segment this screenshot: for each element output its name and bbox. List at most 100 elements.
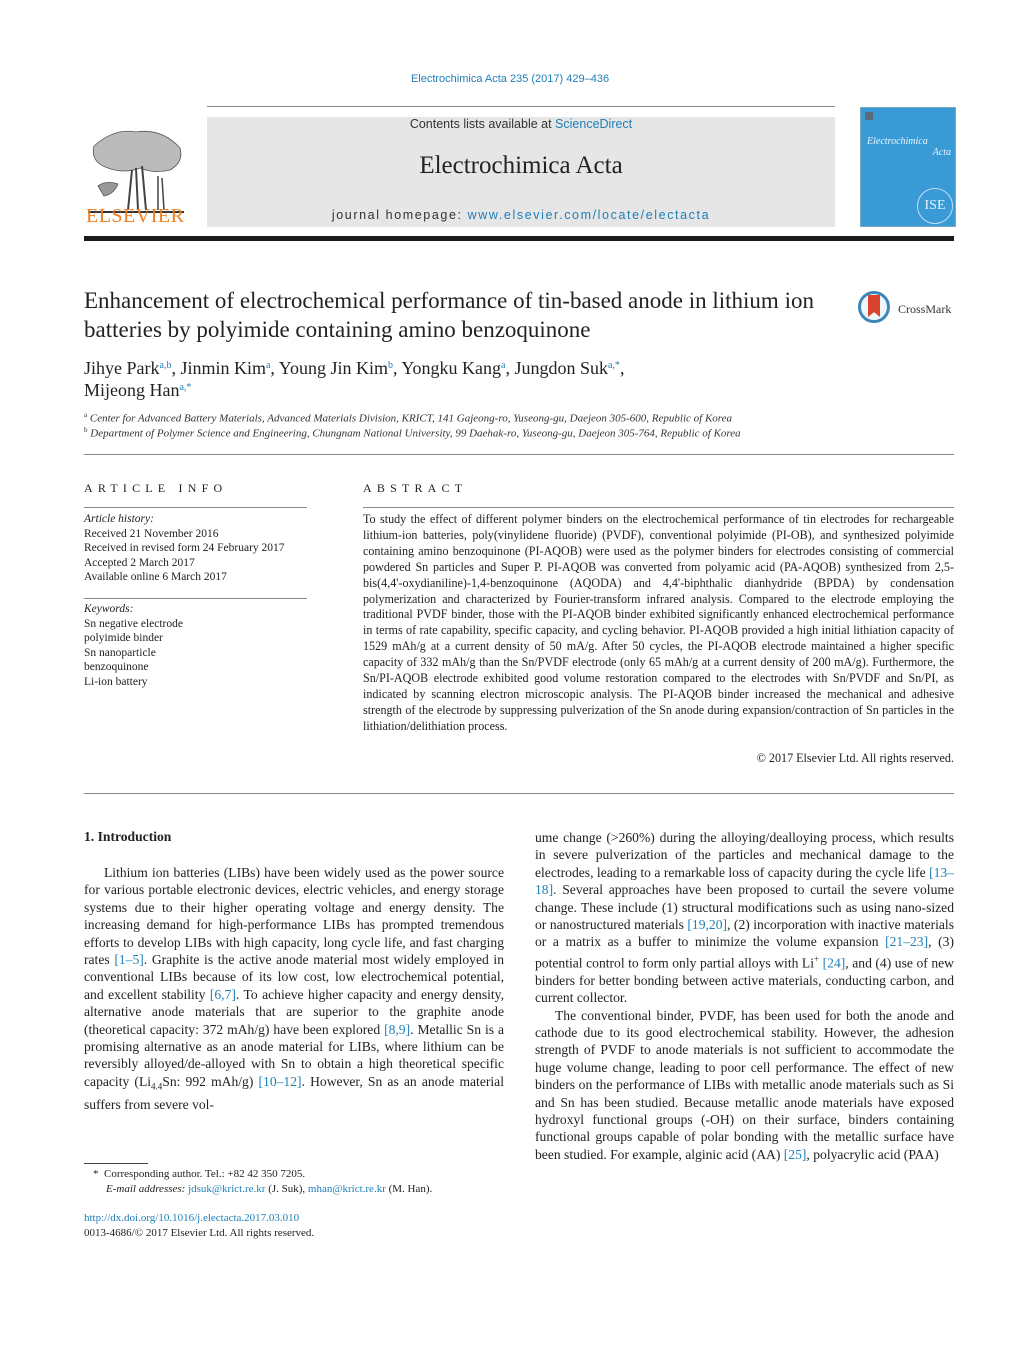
cover-title-line2: Acta [932,147,951,158]
body-paragraph: ume change (>260%) during the alloying/d… [535,829,954,1007]
keywords-rule [84,598,307,599]
author-affil-mark[interactable]: a,* [179,382,191,393]
body-paragraph: Lithium ion batteries (LIBs) have been w… [84,864,504,1113]
keyword: Sn negative electrode [84,617,183,630]
author[interactable]: Yongku Kanga, [401,358,514,378]
keywords: Keywords: Sn negative electrode polyimid… [84,602,314,690]
body-paragraph: The conventional binder, PVDF, has been … [535,1007,954,1164]
reference-link[interactable]: [8,9] [384,1022,410,1037]
reference-link[interactable]: [21–23] [885,934,928,949]
abstract-bottom-rule [84,793,954,794]
affiliation-mark: a [84,411,88,419]
keywords-label: Keywords: [84,603,134,615]
text-run: Sn: 992 mAh/g) [162,1073,259,1089]
email-label: E-mail addresses: [106,1183,186,1195]
journal-title: Electrochimica Acta [419,152,623,179]
author[interactable]: Jinmin Kima, [180,358,278,378]
author-affil-mark[interactable]: b [388,360,393,371]
author-name[interactable]: Young Jin Kim [279,358,388,378]
abstract-heading: ABSTRACT [363,481,468,495]
crossmark-button[interactable]: CrossMark [858,290,958,330]
history-accepted: Accepted 2 March 2017 [84,556,195,569]
author[interactable]: Jungdon Suka,*, [514,358,624,378]
email-owner: (M. Han). [385,1183,433,1195]
contents-available-line: Contents lists available at ScienceDirec… [207,117,835,131]
journal-homepage-link[interactable]: www.elsevier.com/locate/electacta [468,208,710,222]
abstract-text: To study the effect of different polymer… [363,512,954,733]
footnote-star: * [93,1168,99,1180]
reference-link[interactable]: [6,7] [210,987,236,1002]
ise-seal-icon: ISE [917,188,953,224]
doi-link[interactable]: http://dx.doi.org/10.1016/j.electacta.20… [84,1212,299,1224]
cover-title-line1: Electrochimica [867,136,928,147]
text-run: The conventional binder, PVDF, has been … [535,1007,954,1162]
journal-citation-link[interactable]: Electrochimica Acta 235 (2017) 429–436 [0,73,1020,85]
author-name[interactable]: Jungdon Suk [514,358,608,378]
reference-link[interactable]: [24] [823,955,846,970]
paper-title: Enhancement of electrochemical performan… [84,288,814,342]
keyword: polyimide binder [84,632,163,645]
body-left-column: Lithium ion batteries (LIBs) have been w… [84,864,504,1113]
email-owner: (J. Suk), [265,1183,308,1195]
author-affil-mark[interactable]: a [501,360,505,371]
abstract-copyright: © 2017 Elsevier Ltd. All rights reserved… [756,751,954,765]
sciencedirect-link[interactable]: ScienceDirect [555,117,632,131]
email-link-han[interactable]: mhan@krict.re.kr [308,1183,386,1195]
author-list: Jihye Parka,b, Jinmin Kima, Young Jin Ki… [84,357,844,401]
affiliation-text: Department of Polymer Science and Engine… [90,427,741,440]
crossmark-label: CrossMark [898,302,952,316]
abstract-rule [363,507,954,508]
affiliation-b: b Department of Polymer Science and Engi… [84,426,954,440]
history-revised: Received in revised form 24 February 201… [84,542,285,555]
reference-link[interactable]: [25] [784,1147,807,1162]
corresponding-text: Corresponding author. Tel.: +82 42 350 7… [104,1168,306,1180]
journal-homepage-line: journal homepage: www.elsevier.com/locat… [207,208,835,222]
body-right-column: ume change (>260%) during the alloying/d… [535,829,954,1163]
text-run: ume change (>260%) during the alloying/d… [535,830,954,880]
corresponding-author-note: * Corresponding author. Tel.: +82 42 350… [93,1168,523,1180]
affiliation-rule [84,454,954,455]
affiliation-a: a Center for Advanced Battery Materials,… [84,411,954,425]
contents-prefix: Contents lists available at [409,117,556,131]
doi-line: http://dx.doi.org/10.1016/j.electacta.20… [84,1212,514,1224]
email-link-suk[interactable]: jdsuk@krict.re.kr [188,1183,265,1195]
footnote-rule [84,1163,148,1164]
text-run: , polyacrylic acid (PAA) [806,1146,939,1162]
history-received: Received 21 November 2016 [84,527,219,540]
author-affil-mark[interactable]: a,* [608,360,620,371]
reference-link[interactable]: [19,20] [687,917,727,932]
reference-link[interactable]: [10–12] [259,1074,302,1089]
keyword: Li-ion battery [84,675,148,688]
author-affil-mark[interactable]: a,b [160,360,172,371]
homepage-prefix: journal homepage: [331,208,468,222]
reference-link[interactable]: [1–5] [114,952,143,967]
header-thick-rule [84,236,954,241]
author[interactable]: Mijeong Hana,* [84,380,191,400]
keyword: Sn nanoparticle [84,646,156,659]
section-heading-introduction: 1. Introduction [84,829,172,844]
author-name[interactable]: Yongku Kang [401,358,501,378]
email-addresses-note: E-mail addresses: jdsuk@krict.re.kr (J. … [106,1183,536,1195]
history-online: Available online 6 March 2017 [84,571,227,584]
article-history-label: Article history: [84,513,154,525]
article-info-heading: ARTICLE INFO [84,481,228,495]
author-name[interactable]: Jinmin Kim [180,358,266,378]
affiliation-text: Center for Advanced Battery Materials, A… [89,412,733,425]
author-name[interactable]: Jihye Park [84,358,160,378]
elsevier-wordmark[interactable]: ELSEVIER [86,205,184,228]
cover-publisher-icon [865,112,873,120]
header-rule [207,106,835,107]
journal-cover-thumbnail[interactable]: Electrochimica Acta ISE [860,107,956,227]
cover-title: Electrochimica Acta [867,136,951,158]
keyword: benzoquinone [84,661,149,674]
article-history: Article history: Received 21 November 20… [84,512,314,585]
author[interactable]: Young Jin Kimb, [279,358,402,378]
article-info-rule [84,507,307,508]
author-name[interactable]: Mijeong Han [84,380,179,400]
subscript: 4.4 [151,1081,163,1092]
author[interactable]: Jihye Parka,b, [84,358,180,378]
issn-line: 0013-4686/© 2017 Elsevier Ltd. All right… [84,1227,315,1239]
author-affil-mark[interactable]: a [266,360,270,371]
affiliation-mark: b [84,426,88,434]
author-sep: , [270,358,279,378]
